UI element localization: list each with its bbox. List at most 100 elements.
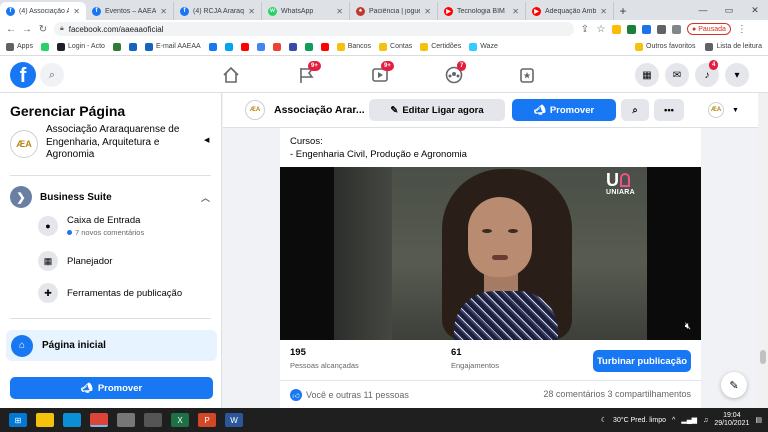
- page-search-button[interactable]: ⌕: [621, 99, 649, 121]
- reading-list-icon[interactable]: [672, 24, 681, 34]
- bookmark-item[interactable]: [112, 42, 121, 51]
- minimize-icon[interactable]: —: [690, 5, 716, 15]
- extension-icon[interactable]: [627, 24, 636, 34]
- windows-start-icon[interactable]: ⊞: [9, 413, 27, 427]
- weather-text[interactable]: 30°C Pred. limpo: [613, 417, 666, 424]
- bookmark-item[interactable]: [128, 42, 137, 51]
- settings-app-icon[interactable]: [117, 413, 135, 427]
- bookmark-favicon-icon: [256, 42, 265, 51]
- scroll-thumb[interactable]: [760, 350, 766, 364]
- bookmark-item[interactable]: [224, 42, 233, 51]
- powerpoint-icon[interactable]: P: [198, 413, 216, 427]
- bookmark-item[interactable]: [304, 42, 313, 51]
- edge-icon[interactable]: [63, 413, 81, 427]
- menu-grid-icon[interactable]: ▦: [635, 63, 659, 87]
- bookmark-item[interactable]: Bancos: [336, 42, 371, 51]
- close-tab-icon[interactable]: ✕: [600, 7, 607, 16]
- new-message-icon[interactable]: ✎: [721, 372, 747, 398]
- notification-center-icon[interactable]: ▤: [755, 416, 762, 424]
- bookmark-item[interactable]: Apps: [6, 42, 33, 51]
- forward-icon[interactable]: →: [22, 24, 32, 35]
- bookmark-item[interactable]: [240, 42, 249, 51]
- messenger-icon[interactable]: ✉: [665, 63, 689, 87]
- close-tab-icon[interactable]: ✕: [424, 7, 431, 16]
- close-tab-icon[interactable]: ✕: [512, 7, 519, 16]
- notifications-bell-icon[interactable]: ♪ 4: [695, 60, 719, 87]
- sidebar-promote-button[interactable]: 📣︎ Promover: [10, 377, 213, 399]
- pages-flag-icon[interactable]: 9+: [296, 61, 321, 85]
- app-icon[interactable]: [144, 413, 162, 427]
- extension-icon[interactable]: [642, 24, 651, 34]
- bookmark-item[interactable]: [40, 42, 49, 51]
- reactions-summary[interactable]: 👍︎ Você e outras 11 pessoas: [290, 389, 409, 401]
- watch-icon[interactable]: 9+: [369, 61, 394, 85]
- page-scrollbar[interactable]: [758, 93, 768, 408]
- close-tab-icon[interactable]: ✕: [248, 7, 255, 16]
- boost-post-button[interactable]: Turbinar publicação: [593, 350, 691, 372]
- facebook-logo[interactable]: f: [10, 62, 36, 88]
- mute-speaker-icon[interactable]: 🔇︎: [685, 321, 691, 332]
- search-icon[interactable]: ⌕: [40, 63, 64, 87]
- close-tab-icon[interactable]: ✕: [160, 7, 167, 16]
- sidebar-item-planner[interactable]: ▦ Planejador: [38, 251, 112, 271]
- clock[interactable]: 19:04 29/10/2021: [714, 412, 749, 428]
- tray-chevron-icon[interactable]: ^: [672, 417, 675, 424]
- profile-paused-button[interactable]: ● Pausada: [687, 23, 731, 35]
- bookmark-item[interactable]: Waze: [469, 42, 498, 51]
- system-tray: ☾ 30°C Pred. limpo ^ ▂▄▆ ♫ 19:04 29/10/2…: [601, 412, 768, 428]
- new-tab-button[interactable]: +: [614, 2, 632, 20]
- bookmark-other[interactable]: Outros favoritos: [635, 42, 695, 51]
- close-window-icon[interactable]: ✕: [742, 5, 768, 16]
- bookmark-item[interactable]: E-mail AAEAA: [144, 42, 201, 51]
- groups-icon[interactable]: 7: [443, 61, 467, 85]
- business-suite-header[interactable]: ❯ Business Suite ︿: [10, 186, 210, 208]
- browser-tab[interactable]: ▶ Tecnologia BIM ✕: [438, 2, 526, 20]
- browser-tab[interactable]: f (4) RCJA Araraqu ✕: [174, 2, 262, 20]
- browser-tab[interactable]: w WhatsApp ✕: [262, 2, 350, 20]
- back-icon[interactable]: ←: [6, 24, 16, 35]
- bookmark-item[interactable]: [288, 42, 297, 51]
- share-icon[interactable]: ⇪: [580, 24, 590, 35]
- browser-tab[interactable]: f Eventos – AAEAA ✕: [86, 2, 174, 20]
- bookmark-star-icon[interactable]: ☆: [596, 24, 606, 35]
- close-tab-icon[interactable]: ✕: [336, 7, 343, 16]
- home-nav-icon[interactable]: [220, 65, 242, 85]
- profile-switcher[interactable]: ÆA ▼: [708, 102, 739, 118]
- sidebar-item-inbox[interactable]: ● Caixa de Entrada 7 novos comentários: [38, 215, 144, 237]
- bookmark-item[interactable]: [208, 42, 217, 51]
- network-icon[interactable]: ▂▄▆: [681, 416, 697, 424]
- browser-tab[interactable]: ♠ Paciência | jogue ✕: [350, 2, 438, 20]
- chrome-icon[interactable]: [90, 413, 108, 427]
- bookmark-item[interactable]: Contas: [379, 42, 412, 51]
- page-header-name[interactable]: Associação Arar...: [274, 104, 365, 116]
- extensions-puzzle-icon[interactable]: [657, 24, 666, 34]
- extension-icon[interactable]: [612, 24, 621, 34]
- post-video[interactable]: U UNIARA 🔇︎: [280, 167, 701, 340]
- maximize-icon[interactable]: ▭: [716, 5, 742, 16]
- edit-call-now-button[interactable]: ✎ Editar Ligar agora: [369, 99, 505, 121]
- bookmark-item[interactable]: Certidões: [420, 42, 461, 51]
- excel-icon[interactable]: X: [171, 413, 189, 427]
- browser-tab[interactable]: ▶ Adequação Amb ✕: [526, 2, 614, 20]
- header-promote-button[interactable]: 📣︎ Promover: [512, 99, 616, 121]
- bookmark-item[interactable]: [272, 42, 281, 51]
- more-options-button[interactable]: •••: [654, 99, 684, 121]
- volume-icon[interactable]: ♫: [703, 417, 708, 424]
- browser-tab[interactable]: f (4) Associação Ar ✕: [0, 2, 86, 20]
- browser-menu-icon[interactable]: ⋮: [737, 24, 747, 35]
- page-switcher[interactable]: ÆA Associação Araraquarense de Engenhari…: [10, 124, 215, 162]
- close-tab-icon[interactable]: ✕: [73, 7, 80, 16]
- comments-shares-count[interactable]: 28 comentários 3 compartilhamentos: [543, 389, 691, 399]
- gaming-icon[interactable]: [516, 65, 538, 85]
- word-icon[interactable]: W: [225, 413, 243, 427]
- account-chevron-icon[interactable]: ▾: [725, 63, 749, 87]
- bookmark-item[interactable]: Login - Acto: [56, 42, 105, 51]
- file-explorer-icon[interactable]: [36, 413, 54, 427]
- reload-icon[interactable]: ↻: [38, 24, 48, 35]
- bookmark-reading-list[interactable]: Lista de leitura: [705, 42, 762, 51]
- address-bar[interactable]: 🔒︎ facebook.com/aaeaaoficial: [54, 22, 574, 36]
- sidebar-item-home[interactable]: ⌂ Página inicial: [6, 330, 217, 361]
- sidebar-item-publishing-tools[interactable]: ✚ Ferramentas de publicação: [38, 283, 182, 303]
- bookmark-item[interactable]: [256, 42, 265, 51]
- bookmark-item[interactable]: [320, 42, 329, 51]
